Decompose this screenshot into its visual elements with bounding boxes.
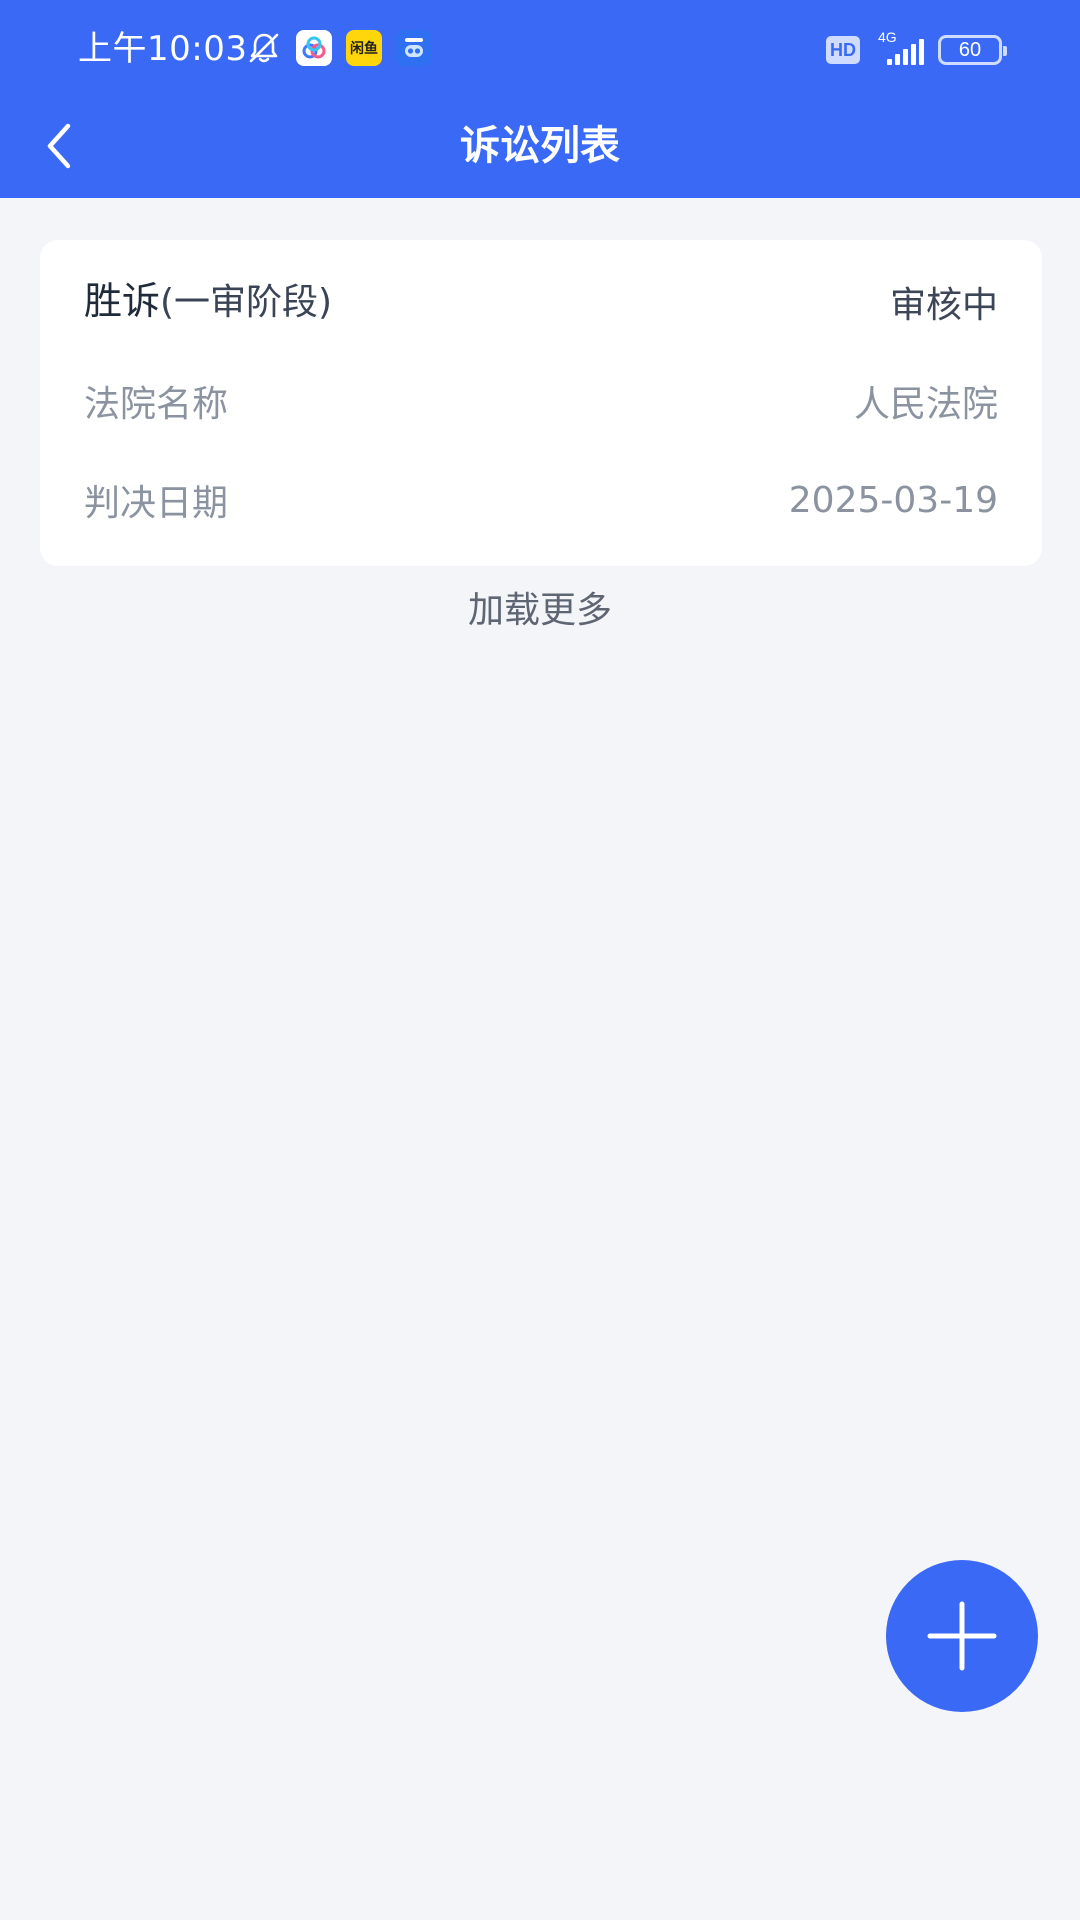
signal-icon: 4G [874,29,924,67]
litigation-card[interactable]: 胜诉(一审阶段) 审核中 法院名称 人民法院 判决日期 2025-03-19 [40,240,1042,566]
nav-bar: 诉讼列表 [0,96,1080,198]
hd-badge: HD [826,36,860,64]
court-value: 人民法院 [853,384,998,425]
battery-icon: 60 [938,35,1007,65]
court-label: 法院名称 [84,384,229,425]
system-indicators: HD 4G 60 [826,29,1007,70]
court-row: 法院名称 人民法院 [84,371,998,431]
bell-off-icon [246,30,282,66]
page-title: 诉讼列表 [460,123,620,169]
judgment-date-label: 判决日期 [84,483,229,524]
baidu-netdisk-app-icon [296,30,332,66]
battery-level: 60 [958,39,982,61]
app-root: 上午10:03 闲鱼 HD 4G 60 诉讼列表 胜诉(一审阶段) 审核中 法院… [0,0,1080,1920]
xianyu-app-icon: 闲鱼 [346,30,382,66]
notification-icons: 闲鱼 [246,28,432,68]
judgment-date-value: 2025-03-19 [788,479,998,521]
status-badge: 审核中 [889,285,998,326]
add-litigation-button[interactable] [886,1560,1038,1712]
status-time: 上午10:03 [78,29,248,69]
status-bar: 上午10:03 闲鱼 HD 4G 60 [0,0,1080,96]
load-more-button[interactable]: 加载更多 [0,584,1080,638]
case-result: 胜诉 [84,279,161,323]
case-stage: (一审阶段) [160,282,333,323]
judgment-date-row: 判决日期 2025-03-19 [84,470,998,530]
plus-icon [927,1601,997,1671]
case-title: 胜诉(一审阶段) [84,271,332,333]
card-header-row: 胜诉(一审阶段) 审核中 [84,272,998,332]
header: 上午10:03 闲鱼 HD 4G 60 诉讼列表 [0,0,1080,198]
autohome-app-icon [396,30,432,66]
